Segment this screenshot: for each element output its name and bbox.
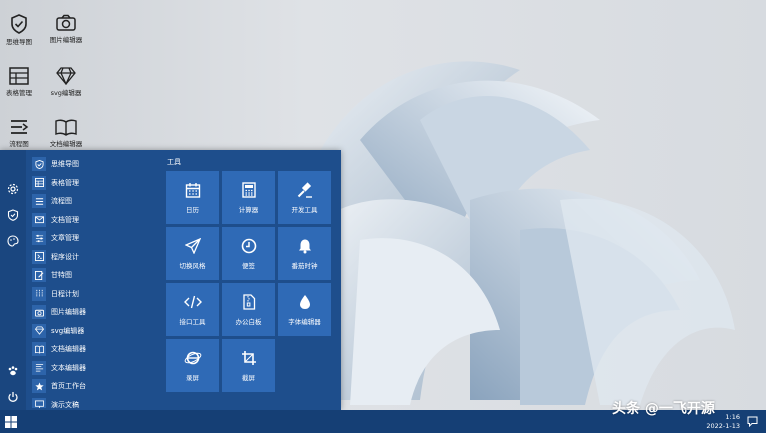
palette-icon bbox=[7, 235, 19, 247]
settings-icon bbox=[7, 183, 19, 195]
desktop-icon-label: 思维导图 bbox=[6, 38, 32, 46]
drop-icon bbox=[299, 294, 310, 309]
gavel-icon bbox=[297, 181, 312, 198]
app-item-text-editor[interactable]: 文本编辑器 bbox=[32, 359, 160, 378]
book-icon bbox=[32, 342, 46, 357]
file-zip-icon bbox=[242, 293, 255, 310]
app-item-mindmap[interactable]: 思维导图 bbox=[32, 155, 160, 174]
tile-screen-record[interactable]: 录屏 bbox=[166, 339, 219, 392]
settings-button[interactable] bbox=[6, 182, 20, 196]
desktop-icon-label: 文档编辑器 bbox=[49, 140, 83, 148]
desktop-icon-image-editor[interactable]: 图片编辑器 bbox=[40, 14, 92, 44]
crop-icon bbox=[241, 350, 256, 365]
app-item-doc-editor[interactable]: 文档编辑器 bbox=[32, 340, 160, 359]
diamond-icon bbox=[56, 67, 76, 85]
start-menu: 思维导图 表格管理 流程图 文档管理 文章管理 程序设计 甘特图 日程计划 图片… bbox=[0, 150, 341, 410]
table-icon bbox=[9, 67, 29, 85]
code-icon bbox=[32, 249, 46, 264]
windows-logo-icon bbox=[5, 416, 17, 428]
tile-calendar[interactable]: 日历 bbox=[166, 171, 219, 224]
app-item-svg-editor[interactable]: svg编辑器 bbox=[32, 322, 160, 341]
text-icon bbox=[32, 360, 46, 375]
app-item-programming[interactable]: 程序设计 bbox=[32, 248, 160, 267]
app-item-flowchart[interactable]: 流程图 bbox=[32, 192, 160, 211]
app-item-gantt[interactable]: 甘特图 bbox=[32, 266, 160, 285]
code-icon bbox=[183, 295, 202, 308]
start-button[interactable] bbox=[4, 415, 18, 429]
diamond-icon bbox=[32, 323, 46, 338]
desktop-icon-label: 表格管理 bbox=[6, 89, 32, 97]
grid-icon bbox=[32, 286, 46, 301]
tile-dev-tools[interactable]: 开发工具 bbox=[278, 171, 331, 224]
power-icon bbox=[8, 392, 18, 402]
list-icon bbox=[32, 194, 46, 209]
book-icon bbox=[55, 119, 77, 136]
star-icon bbox=[32, 379, 46, 394]
app-item-doc-manager[interactable]: 文档管理 bbox=[32, 211, 160, 230]
shield-check-icon bbox=[32, 157, 46, 172]
clock-icon bbox=[241, 238, 256, 253]
desktop-icon-label: svg编辑器 bbox=[50, 89, 82, 97]
desktop-icon-flowchart[interactable]: 流程图 bbox=[0, 118, 45, 148]
mail-icon bbox=[32, 212, 46, 227]
bell-icon bbox=[298, 239, 311, 253]
desktop-icon-table[interactable]: 表格管理 bbox=[0, 67, 45, 97]
shield-check-icon bbox=[11, 14, 27, 34]
tile-whiteboard[interactable]: 办公白板 bbox=[222, 283, 275, 336]
send-icon bbox=[184, 237, 201, 254]
table-icon bbox=[32, 175, 46, 190]
edit-icon bbox=[32, 268, 46, 283]
sliders-icon bbox=[32, 231, 46, 246]
tile-pomodoro[interactable]: 番茄时钟 bbox=[278, 227, 331, 280]
pet-button[interactable] bbox=[6, 364, 20, 378]
flow-icon bbox=[11, 120, 29, 134]
security-button[interactable] bbox=[6, 208, 20, 222]
app-item-home-workbench[interactable]: 首页工作台 bbox=[32, 377, 160, 396]
desktop-icon-svg-editor[interactable]: svg编辑器 bbox=[40, 67, 92, 97]
app-item-schedule[interactable]: 日程计划 bbox=[32, 285, 160, 304]
camera-icon bbox=[56, 14, 76, 31]
ie-icon bbox=[184, 351, 201, 364]
calendar-icon bbox=[185, 182, 200, 198]
start-menu-rail bbox=[0, 150, 26, 410]
slides-icon bbox=[32, 397, 46, 408]
camera-icon bbox=[32, 305, 46, 320]
power-button[interactable] bbox=[6, 390, 20, 404]
tile-switch-style[interactable]: 切换风格 bbox=[166, 227, 219, 280]
app-list: 思维导图 表格管理 流程图 文档管理 文章管理 程序设计 甘特图 日程计划 图片… bbox=[32, 155, 160, 408]
chat-bubble-icon bbox=[747, 416, 758, 428]
theme-button[interactable] bbox=[6, 234, 20, 248]
tile-screenshot[interactable]: 截屏 bbox=[222, 339, 275, 392]
tile-calculator[interactable]: 计算器 bbox=[222, 171, 275, 224]
tile-api-tools[interactable]: 接口工具 bbox=[166, 283, 219, 336]
desktop-icon-label: 流程图 bbox=[9, 140, 29, 148]
shield-icon bbox=[7, 209, 19, 221]
watermark-text: 头条 @一飞开源 bbox=[612, 401, 715, 417]
tile-notes[interactable]: 便签 bbox=[222, 227, 275, 280]
app-item-article-manager[interactable]: 文章管理 bbox=[32, 229, 160, 248]
notification-button[interactable] bbox=[747, 416, 758, 429]
app-item-table[interactable]: 表格管理 bbox=[32, 174, 160, 193]
app-item-presentation[interactable]: 演示文稿 bbox=[32, 396, 160, 408]
app-item-image-editor[interactable]: 图片编辑器 bbox=[32, 303, 160, 322]
desktop-icon-label: 图片编辑器 bbox=[49, 36, 83, 44]
desktop-icon-mindmap[interactable]: 思维导图 bbox=[0, 14, 45, 46]
clock-date: 2022-1-13 bbox=[706, 422, 740, 430]
tiles-group-title: 工具 bbox=[167, 158, 181, 166]
desktop-icon-doc-editor[interactable]: 文档编辑器 bbox=[40, 118, 92, 148]
tile-font-editor[interactable]: 字体编辑器 bbox=[278, 283, 331, 336]
calculator-icon bbox=[241, 181, 256, 198]
paw-icon bbox=[8, 366, 18, 376]
